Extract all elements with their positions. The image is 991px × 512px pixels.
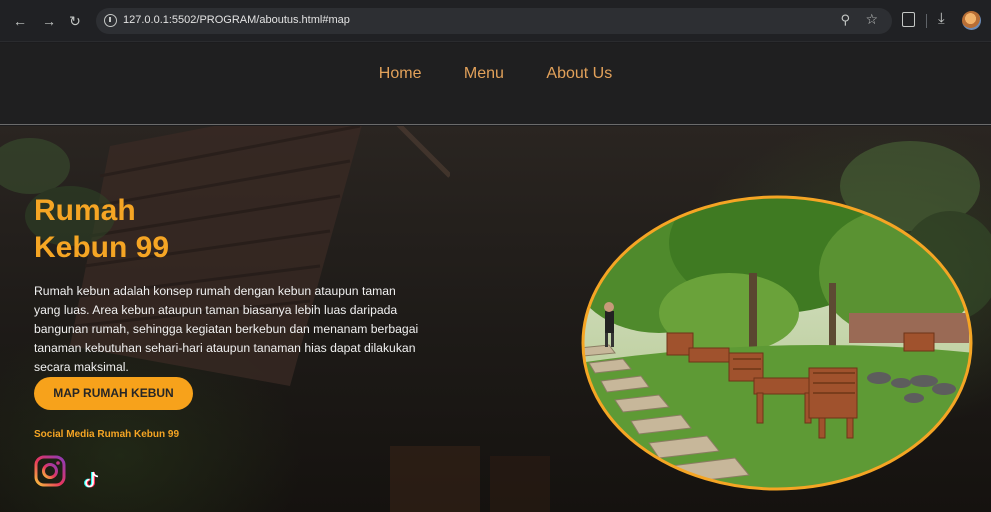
profile-avatar[interactable] — [962, 11, 981, 30]
social-media-title: Social Media Rumah Kebun 99 — [34, 429, 180, 440]
hero-description: Rumah kebun adalah konsep rumah dengan k… — [34, 284, 419, 374]
url-text[interactable]: 127.0.0.1:5502/PROGRAM/aboutus.html#map — [123, 14, 350, 26]
instagram-icon[interactable] — [34, 455, 66, 487]
main-nav: Home Menu About Us — [0, 65, 991, 83]
bookmark-star-icon[interactable]: ☆ — [865, 11, 878, 28]
hero-section: Rumah Kebun 99 Rumah kebun adalah konsep… — [0, 126, 991, 512]
zoom-icon[interactable]: ⚲ — [840, 12, 850, 28]
hero-title-line1: Rumah — [34, 194, 136, 227]
download-icon[interactable]: ⤓ — [938, 10, 945, 27]
forward-arrow-icon[interactable]: → — [40, 12, 58, 30]
chair-background-image — [390, 446, 550, 512]
back-arrow-icon[interactable]: ← — [11, 12, 29, 30]
extensions-icon[interactable] — [902, 12, 915, 27]
map-rumah-kebun-button[interactable]: MAP RUMAH KEBUN — [34, 377, 193, 410]
reload-icon[interactable]: ↻ — [66, 12, 84, 30]
hero-title-line2: Kebun 99 — [34, 231, 170, 264]
address-bar[interactable]: 127.0.0.1:5502/PROGRAM/aboutus.html#map … — [96, 8, 892, 34]
nav-home-link[interactable]: Home — [379, 65, 422, 83]
site-header: Home Menu About Us — [0, 43, 991, 125]
nav-about-us-link[interactable]: About Us — [546, 65, 612, 83]
toolbar-divider — [926, 14, 927, 28]
nav-menu-link[interactable]: Menu — [464, 65, 504, 83]
garden-photo — [581, 195, 973, 491]
site-info-icon[interactable] — [104, 14, 117, 27]
tiktok-icon[interactable] — [83, 470, 101, 490]
hero-title: Rumah Kebun 99 — [34, 192, 254, 266]
browser-toolbar: ← → ↻ 127.0.0.1:5502/PROGRAM/aboutus.htm… — [0, 0, 991, 42]
